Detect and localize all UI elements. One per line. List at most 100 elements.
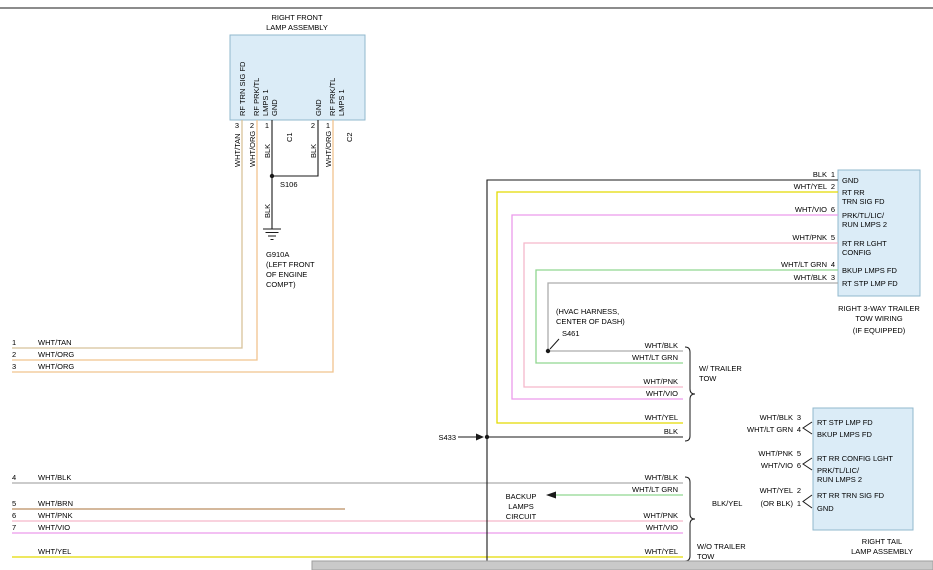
wire-label: WHT/YEL: [645, 547, 678, 556]
wire-label: WHT/BRN: [38, 499, 73, 508]
wire-label: WHT/LT GRN: [632, 485, 678, 494]
tail-pin-pair-bracket-2-1: [803, 495, 812, 508]
without-trailer-tow-group-labels: WHT/BLK WHT/LT GRN WHT/PNK WHT/VIO WHT/Y…: [506, 473, 747, 561]
with-trailer-tow-brace: [685, 347, 695, 441]
tail-lamp-caption-line2: LAMP ASSEMBLY: [851, 547, 913, 556]
front-pin-label-gnd-c1: GND: [270, 99, 279, 116]
pin-function-label: RT RR TRN SIG FD: [817, 491, 885, 500]
ground-location-line2: OF ENGINE: [266, 270, 307, 279]
front-pin-number: 1: [326, 121, 330, 130]
pin-function-label: BKUP LMPS FD: [842, 266, 897, 275]
wire-label: WHT/TAN: [38, 338, 72, 347]
wire-label: BLK: [664, 427, 678, 436]
pin-function-label: PRK/TL/LIC/: [817, 466, 860, 475]
pin-number: 2: [797, 486, 801, 495]
pin-function-label: RT STP LMP FD: [817, 418, 873, 427]
wire-label: BLK: [813, 170, 827, 179]
wire-label: WHT/PNK: [643, 511, 678, 520]
row-number: 3: [12, 362, 16, 371]
pin-function-label: RT STP LMP FD: [842, 279, 898, 288]
front-pin-label-lmps-2: LMPS 1: [337, 89, 346, 116]
backup-lamps-circuit-line2: LAMPS: [508, 502, 533, 511]
wire-label: WHT/BLK: [38, 473, 71, 482]
wire-label: WHT/YEL: [38, 547, 71, 556]
front-pin-number: 1: [265, 121, 269, 130]
without-trailer-tow-brace: [685, 477, 695, 561]
row-number: 4: [12, 473, 16, 482]
wire-wht-org-c1: [12, 120, 257, 360]
wire-label-blk-vertical-c2: BLK: [309, 144, 318, 158]
pin-number: 3: [831, 273, 835, 282]
front-pin-label-prk-tl-2: RF PRK/TL: [328, 78, 337, 116]
connector-label-c1: C1: [285, 132, 294, 142]
front-lamp-title-line2: LAMP ASSEMBLY: [266, 23, 328, 32]
left-harness-wires: [12, 483, 683, 557]
wire-label: WHT/VIO: [795, 205, 827, 214]
without-trailer-tow-tag-line1: W/O TRAILER: [697, 542, 746, 551]
row-number: 6: [12, 511, 16, 520]
wiring-diagram-canvas: RIGHT FRONT LAMP ASSEMBLY RF TRN SIG FD …: [0, 0, 933, 570]
s461-note-line2: CENTER OF DASH): [556, 317, 625, 326]
wire-label: WHT/ORG: [38, 350, 74, 359]
row-number: 1: [12, 338, 16, 347]
horizontal-scrollbar-thumb[interactable]: [312, 561, 933, 570]
ground-location-line3: COMPT): [266, 280, 296, 289]
connector-label-c2: C2: [345, 132, 354, 142]
wire-label-blk-vertical-c1: BLK: [263, 144, 272, 158]
trailer-tow-caption-line1: RIGHT 3-WAY TRAILER: [838, 304, 920, 313]
backup-arrowhead-icon: [546, 492, 556, 499]
tail-pin-pair-bracket-3-4: [803, 422, 812, 434]
pin-number: 6: [831, 205, 835, 214]
wire-label: BLK/YEL: [712, 499, 742, 508]
trailer-tow-caption-line3: (IF EQUIPPED): [853, 326, 906, 335]
wire-label: WHT/VIO: [761, 461, 793, 470]
tail-pin-pair-bracket-5-6: [803, 458, 812, 470]
wire-label-wht-org-vertical-c2: WHT/ORG: [324, 131, 333, 167]
wire-label: WHT/ORG: [38, 362, 74, 371]
pin-number: 5: [797, 449, 801, 458]
pin-function-label: RUN LMPS 2: [842, 220, 887, 229]
wire-wht-org-c2: [12, 120, 333, 372]
row-number: 7: [12, 523, 16, 532]
left-row-labels: 1 WHT/TAN 2 WHT/ORG 3 WHT/ORG 4 WHT/BLK …: [12, 338, 74, 556]
pin-number: 3: [797, 413, 801, 422]
wire-label: WHT/PNK: [758, 449, 793, 458]
front-pin-label-lmps-1: LMPS 1: [261, 89, 270, 116]
splice-dot-s461: [546, 349, 550, 353]
wire-label: WHT/BLK: [794, 273, 827, 282]
wire-label: WHT/PNK: [38, 511, 73, 520]
front-lamp-title-line1: RIGHT FRONT: [271, 13, 323, 22]
with-trailer-tow-tag-line2: TOW: [699, 374, 717, 383]
with-trailer-tow-tag-line1: W/ TRAILER: [699, 364, 742, 373]
front-pin-label-trn-sig: RF TRN SIG FD: [238, 61, 247, 116]
with-trailer-tow-group-labels: WHT/BLK WHT/LT GRN WHT/PNK WHT/VIO WHT/Y…: [632, 341, 742, 436]
pin-number: 6: [797, 461, 801, 470]
wire-label: WHT/BLK: [760, 413, 793, 422]
pin-function-label: RT RR CONFIG LGHT: [817, 454, 893, 463]
pin-function-label: BKUP LMPS FD: [817, 430, 872, 439]
wire-label: WHT/BLK: [645, 473, 678, 482]
s461-leader-line: [550, 339, 559, 349]
wire-label: WHT/VIO: [646, 523, 678, 532]
pin-function-label: PRK/TL/LIC/: [842, 211, 885, 220]
wire-label: WHT/LT GRN: [747, 425, 793, 434]
pin-function-label: RT RR LGHT: [842, 239, 887, 248]
pin-number: 5: [831, 233, 835, 242]
splice-label-s433: S433: [438, 433, 456, 442]
pin-number: 1: [797, 499, 801, 508]
splice-dot-s106: [270, 174, 274, 178]
wire-wht-tan: [12, 120, 242, 348]
pin-function-label: TRN SIG FD: [842, 197, 885, 206]
wire-label-wht-tan-vertical: WHT/TAN: [233, 133, 242, 167]
trailer-tow-caption-line2: TOW WIRING: [855, 314, 903, 323]
wiring-diagram-svg: RIGHT FRONT LAMP ASSEMBLY RF TRN SIG FD …: [0, 0, 933, 570]
pin-number: 4: [797, 425, 801, 434]
backup-lamps-circuit-line1: BACKUP: [506, 492, 537, 501]
wire-label: WHT/YEL: [794, 182, 827, 191]
ground-location-line1: (LEFT FRONT: [266, 260, 315, 269]
wire-label-blk-ground: BLK: [263, 204, 272, 218]
pin-function-label: CONFIG: [842, 248, 871, 257]
splice-labels: (HVAC HARNESS, CENTER OF DASH) S461 S433: [438, 307, 625, 442]
wire-label: WHT/VIO: [646, 389, 678, 398]
front-lamp-wires: [12, 120, 333, 372]
